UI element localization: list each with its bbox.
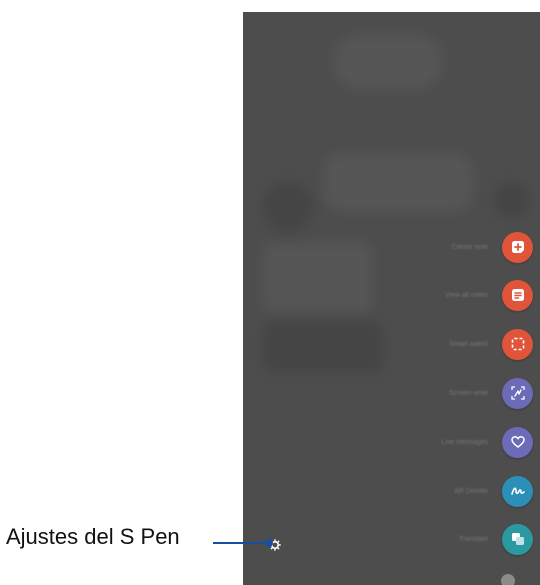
blurred-background-shape [333,34,443,90]
view-all-notes-button[interactable] [502,279,533,311]
create-note-button[interactable] [502,231,533,263]
bottom-circle-icon [501,574,515,585]
menu-item-create-note[interactable]: Create note [363,227,533,267]
blurred-background-shape [263,242,373,312]
callout-line [213,542,268,544]
menu-item-live-messages[interactable]: Live messages [363,422,533,462]
smart-select-icon [511,337,524,351]
screen-write-icon [510,386,525,400]
ar-doodle-button[interactable] [502,475,533,507]
menu-item-screen-write[interactable]: Screen write [363,373,533,413]
menu-item-label: Smart select [449,340,488,348]
menu-item-translate[interactable]: Translate [363,519,533,559]
translate-button[interactable] [502,523,533,555]
screen-write-button[interactable] [502,377,533,409]
translate-icon [511,533,524,545]
menu-item-ar-doodle[interactable]: AR Doodle [363,471,533,511]
blurred-background-shape [263,182,313,232]
phone-screen-overlay: Create note View all notes Smart select [243,12,540,585]
smart-select-button[interactable] [502,328,533,360]
menu-item-label: AR Doodle [454,487,488,495]
menu-item-smart-select[interactable]: Smart select [363,324,533,364]
menu-item-label: Screen write [449,389,488,397]
live-messages-icon [510,436,525,448]
view-all-notes-icon [511,289,524,301]
blurred-background-shape [323,152,473,212]
ar-doodle-icon [510,487,525,495]
menu-item-label: Live messages [441,438,488,446]
menu-item-view-all-notes[interactable]: View all notes [363,275,533,315]
blurred-background-shape [493,182,529,218]
menu-item-label: Create note [451,243,488,251]
callout-dot [265,539,273,547]
create-note-icon [511,241,524,253]
callout-label: Ajustes del S Pen [6,524,180,549]
menu-item-label: View all notes [444,291,488,299]
menu-item-label: Translate [459,535,488,543]
live-messages-button[interactable] [502,426,533,458]
page: Create note View all notes Smart select [0,0,540,585]
